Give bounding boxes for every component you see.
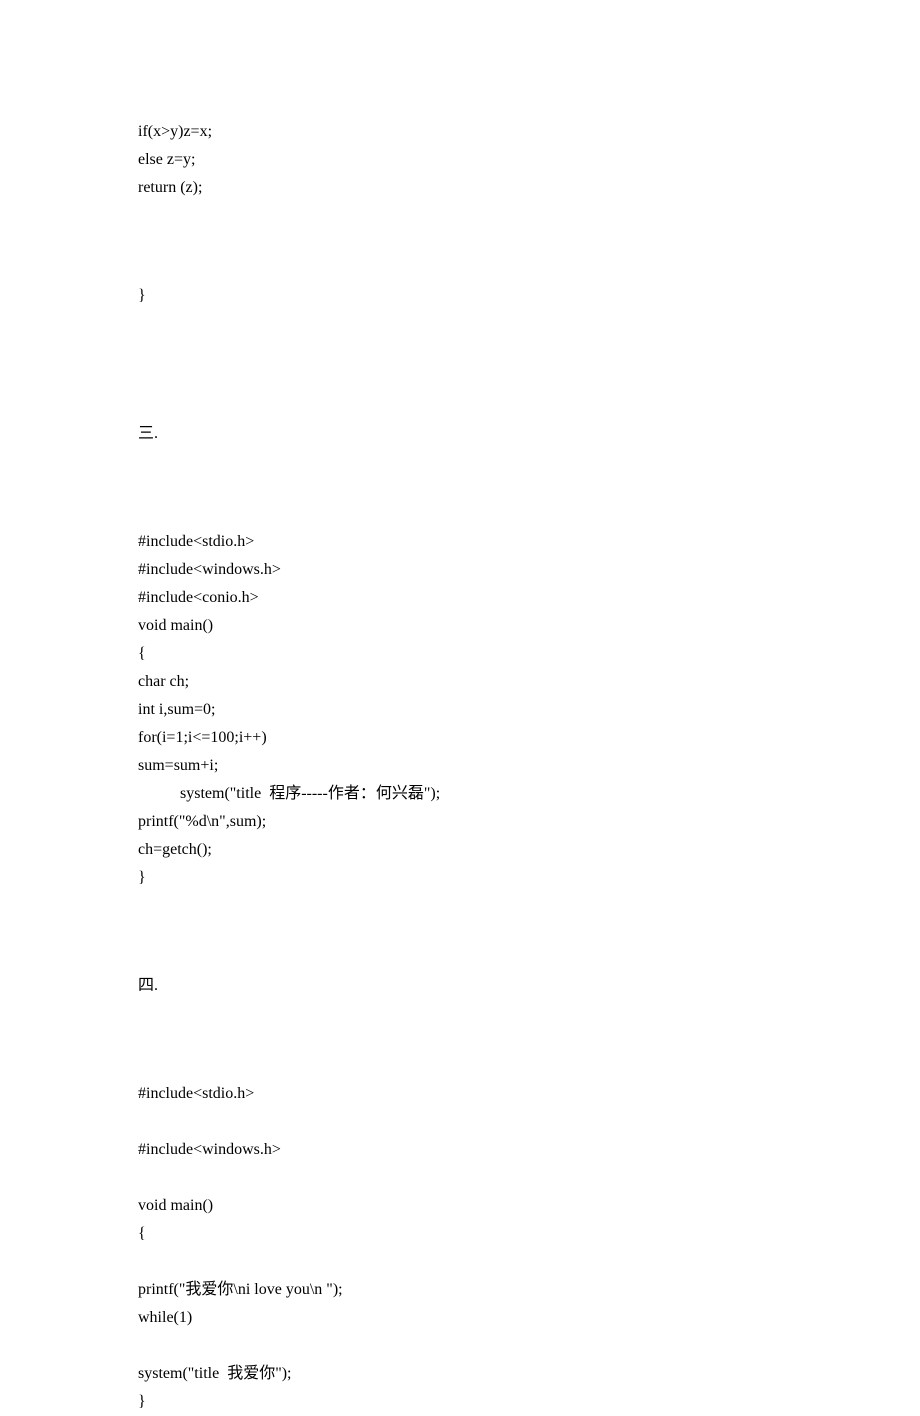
code-line: void main(): [138, 612, 920, 640]
code-line: sum=sum+i;: [138, 752, 920, 780]
code-line: return (z);: [138, 174, 920, 202]
code-line: #include<windows.h>: [138, 556, 920, 584]
code-line: ch=getch();: [138, 836, 920, 864]
code-line: if(x>y)z=x;: [138, 118, 920, 146]
code-line: }: [138, 864, 920, 892]
code-line: else z=y;: [138, 146, 920, 174]
code-line: }: [138, 1388, 920, 1416]
code-line: }: [138, 282, 920, 310]
code-line: {: [138, 640, 920, 668]
section-heading: 四.: [138, 972, 920, 1000]
code-line: system("title 程序-----作者：何兴磊");: [138, 780, 920, 808]
code-line: printf("%d\n",sum);: [138, 808, 920, 836]
code-line: char ch;: [138, 668, 920, 696]
code-line: #include<conio.h>: [138, 584, 920, 612]
code-line: while(1): [138, 1304, 920, 1332]
code-line: #include<windows.h>: [138, 1136, 920, 1164]
code-line: void main(): [138, 1192, 920, 1220]
code-line: printf("我爱你\ni love you\n ");: [138, 1276, 920, 1304]
code-line: {: [138, 1220, 920, 1248]
code-line: system("title 我爱你");: [138, 1360, 920, 1388]
code-line: #include<stdio.h>: [138, 1080, 920, 1108]
section-heading: 三.: [138, 420, 920, 448]
code-line: for(i=1;i<=100;i++): [138, 724, 920, 752]
code-line: int i,sum=0;: [138, 696, 920, 724]
code-line: #include<stdio.h>: [138, 528, 920, 556]
